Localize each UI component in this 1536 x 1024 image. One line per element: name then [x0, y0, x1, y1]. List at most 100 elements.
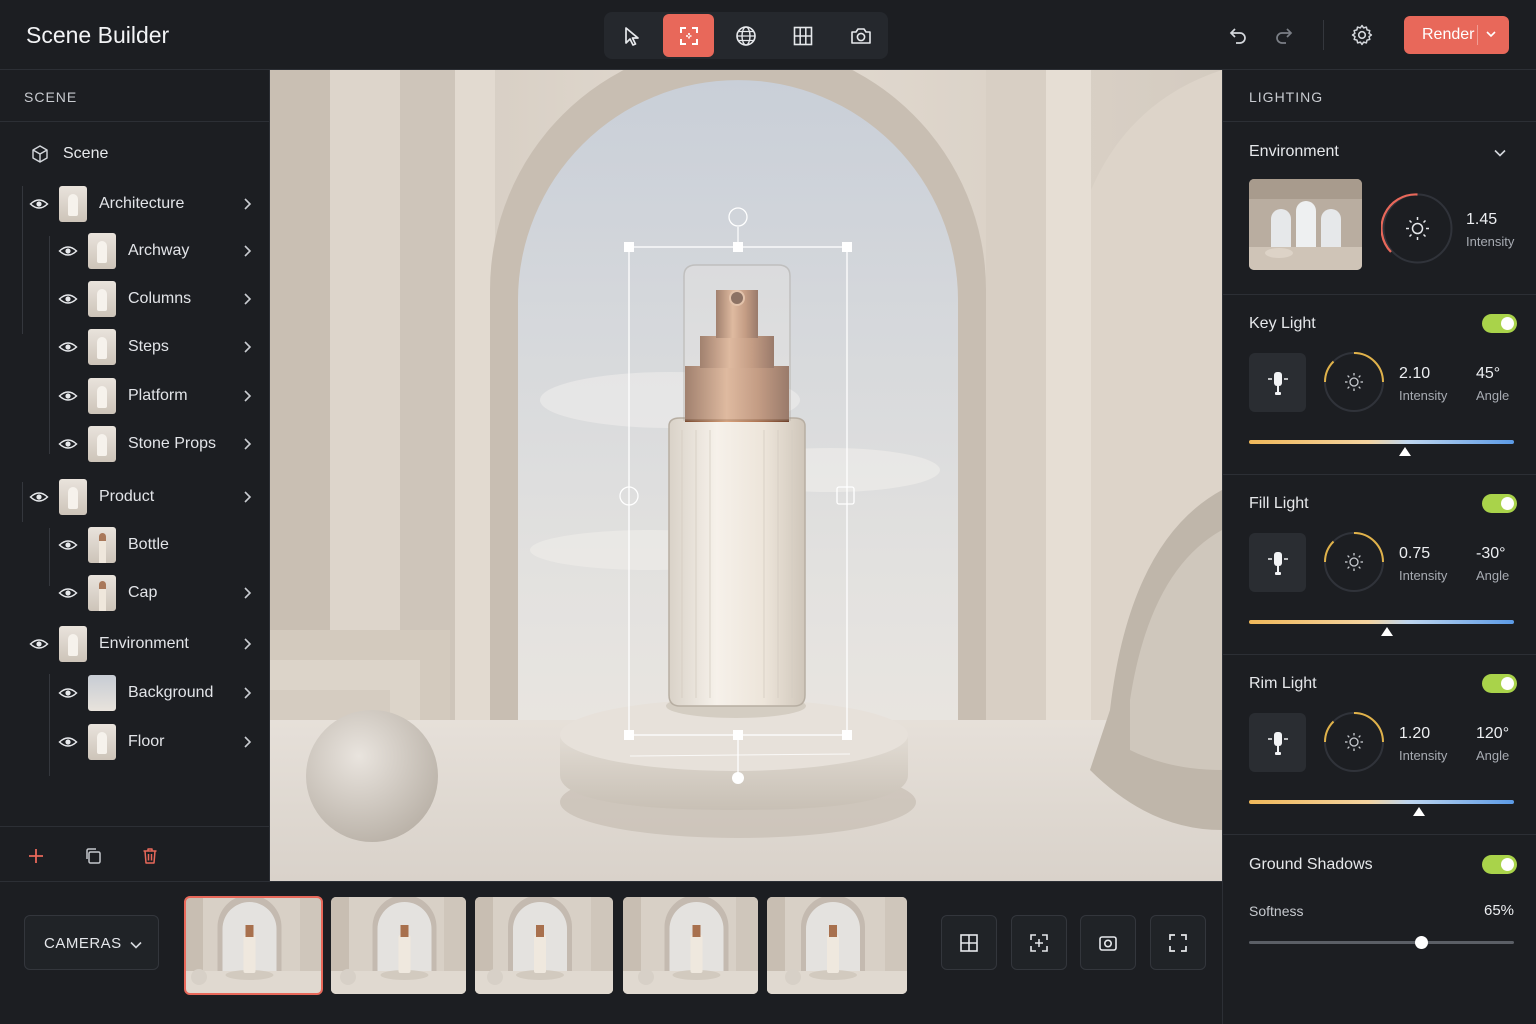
- tree-item-label: Environment: [99, 635, 189, 652]
- screenshot-button[interactable]: [1080, 915, 1136, 970]
- viewport[interactable]: [270, 70, 1222, 881]
- globe-icon: [735, 25, 756, 46]
- focus-tool-button[interactable]: [663, 14, 714, 57]
- tree-item-bottle[interactable]: Bottle: [47, 521, 260, 569]
- chevron-right-icon[interactable]: [242, 586, 252, 600]
- tree-item-product[interactable]: Product: [29, 477, 252, 517]
- rim-light-temperature-marker[interactable]: [1412, 807, 1425, 816]
- tree-guide-line: [22, 186, 23, 334]
- key-light-angle-value: 45°: [1476, 365, 1501, 382]
- eye-icon[interactable]: [29, 489, 49, 505]
- layout-button[interactable]: [941, 915, 997, 970]
- camera-tool-button[interactable]: [835, 14, 886, 57]
- fill-light-angle-label: Angle: [1476, 568, 1510, 583]
- panel-divider: [0, 121, 269, 122]
- key-light-toggle[interactable]: [1482, 314, 1517, 333]
- key-light-temperature-slider[interactable]: [1249, 440, 1514, 444]
- eye-icon[interactable]: [58, 291, 78, 307]
- eye-icon[interactable]: [58, 243, 78, 259]
- eye-icon[interactable]: [58, 685, 78, 701]
- tree-item-cap[interactable]: Cap: [58, 573, 252, 613]
- eye-icon[interactable]: [58, 339, 78, 355]
- panel-divider: [1223, 121, 1536, 122]
- fill-light-intensity-dial[interactable]: [1323, 531, 1385, 593]
- chevron-right-icon[interactable]: [242, 197, 252, 211]
- key-light-intensity-dial[interactable]: [1323, 351, 1385, 413]
- eye-icon[interactable]: [58, 388, 78, 404]
- fill-light-temperature-marker[interactable]: [1380, 627, 1393, 636]
- eye-icon[interactable]: [29, 636, 49, 652]
- eye-icon[interactable]: [58, 734, 78, 750]
- delete-button[interactable]: [139, 845, 161, 867]
- fill-light-type-button[interactable]: [1249, 533, 1306, 592]
- softness-slider[interactable]: [1249, 936, 1514, 949]
- chevron-right-icon[interactable]: [242, 490, 252, 504]
- tree-item-label: Steps: [128, 338, 169, 355]
- tree-item-steps[interactable]: Steps: [58, 327, 252, 367]
- transform-gizmo[interactable]: [270, 70, 1222, 881]
- fill-light-intensity-label: Intensity: [1399, 568, 1448, 583]
- camera-thumbnail-5[interactable]: [767, 897, 907, 994]
- duplicate-button[interactable]: [82, 845, 104, 867]
- softness-slider-knob[interactable]: [1414, 936, 1428, 949]
- chevron-down-icon[interactable]: [1484, 27, 1498, 41]
- tree-item-platform[interactable]: Platform: [58, 376, 252, 416]
- key-light-type-button[interactable]: [1249, 353, 1306, 412]
- frame-selection-button[interactable]: [1011, 915, 1067, 970]
- environment-hdri-thumbnail[interactable]: [1249, 179, 1362, 270]
- redo-icon: [1276, 28, 1293, 44]
- chevron-right-icon[interactable]: [242, 735, 252, 749]
- camera-thumbnail-4[interactable]: [623, 897, 758, 994]
- rim-light-type-button[interactable]: [1249, 713, 1306, 772]
- tree-guide-line: [49, 528, 50, 586]
- rim-light-intensity-value: 1.20: [1399, 725, 1431, 742]
- chevron-right-icon[interactable]: [242, 340, 252, 354]
- tree-item-columns[interactable]: Columns: [58, 279, 252, 319]
- eye-icon[interactable]: [58, 537, 78, 553]
- camera-thumbnail-1[interactable]: [184, 896, 323, 995]
- undo-button[interactable]: [1221, 18, 1255, 52]
- tree-item-floor[interactable]: Floor: [58, 722, 252, 762]
- fill-light-temperature-slider[interactable]: [1249, 620, 1514, 624]
- eye-icon[interactable]: [29, 196, 49, 212]
- render-button[interactable]: Render: [1404, 16, 1509, 54]
- environment-collapse-button[interactable]: [1493, 146, 1507, 160]
- item-thumbnail: [88, 233, 116, 269]
- tree-item-archway[interactable]: Archway: [58, 231, 252, 271]
- trash-icon: [143, 848, 157, 864]
- key-light-intensity-label: Intensity: [1399, 388, 1448, 403]
- redo-button[interactable]: [1267, 18, 1301, 52]
- tree-item-environment[interactable]: Environment: [29, 624, 252, 664]
- chevron-right-icon[interactable]: [242, 389, 252, 403]
- rim-light-toggle[interactable]: [1482, 674, 1517, 693]
- scene-root-item[interactable]: Scene: [30, 142, 108, 166]
- rim-light-temperature-slider[interactable]: [1249, 800, 1514, 804]
- grid-tool-button[interactable]: [777, 14, 828, 57]
- fullscreen-button[interactable]: [1150, 915, 1206, 970]
- ground-shadows-toggle[interactable]: [1482, 855, 1517, 874]
- chevron-right-icon[interactable]: [242, 637, 252, 651]
- globe-tool-button[interactable]: [720, 14, 771, 57]
- fill-light-toggle[interactable]: [1482, 494, 1517, 513]
- tree-item-label: Stone Props: [128, 435, 217, 452]
- eye-icon[interactable]: [58, 585, 78, 601]
- cameras-dropdown[interactable]: CAMERAS: [24, 915, 159, 970]
- tree-item-stone-props[interactable]: Stone Props: [58, 424, 252, 464]
- environment-intensity-dial[interactable]: [1381, 192, 1454, 265]
- settings-button[interactable]: [1345, 18, 1379, 52]
- select-tool-button[interactable]: [606, 14, 657, 57]
- chevron-right-icon[interactable]: [242, 292, 252, 306]
- key-light-temperature-marker[interactable]: [1399, 447, 1412, 456]
- item-thumbnail: [88, 378, 116, 414]
- chevron-right-icon[interactable]: [242, 244, 252, 258]
- rim-light-intensity-dial[interactable]: [1323, 711, 1385, 773]
- tree-guide-line: [22, 482, 23, 522]
- tree-item-background[interactable]: Background: [58, 673, 252, 713]
- eye-icon[interactable]: [58, 436, 78, 452]
- tree-item-architecture[interactable]: Architecture: [29, 184, 252, 224]
- chevron-right-icon[interactable]: [242, 686, 252, 700]
- camera-thumbnail-2[interactable]: [331, 897, 466, 994]
- chevron-right-icon[interactable]: [242, 437, 252, 451]
- add-object-button[interactable]: [25, 845, 47, 867]
- camera-thumbnail-3[interactable]: [475, 897, 613, 994]
